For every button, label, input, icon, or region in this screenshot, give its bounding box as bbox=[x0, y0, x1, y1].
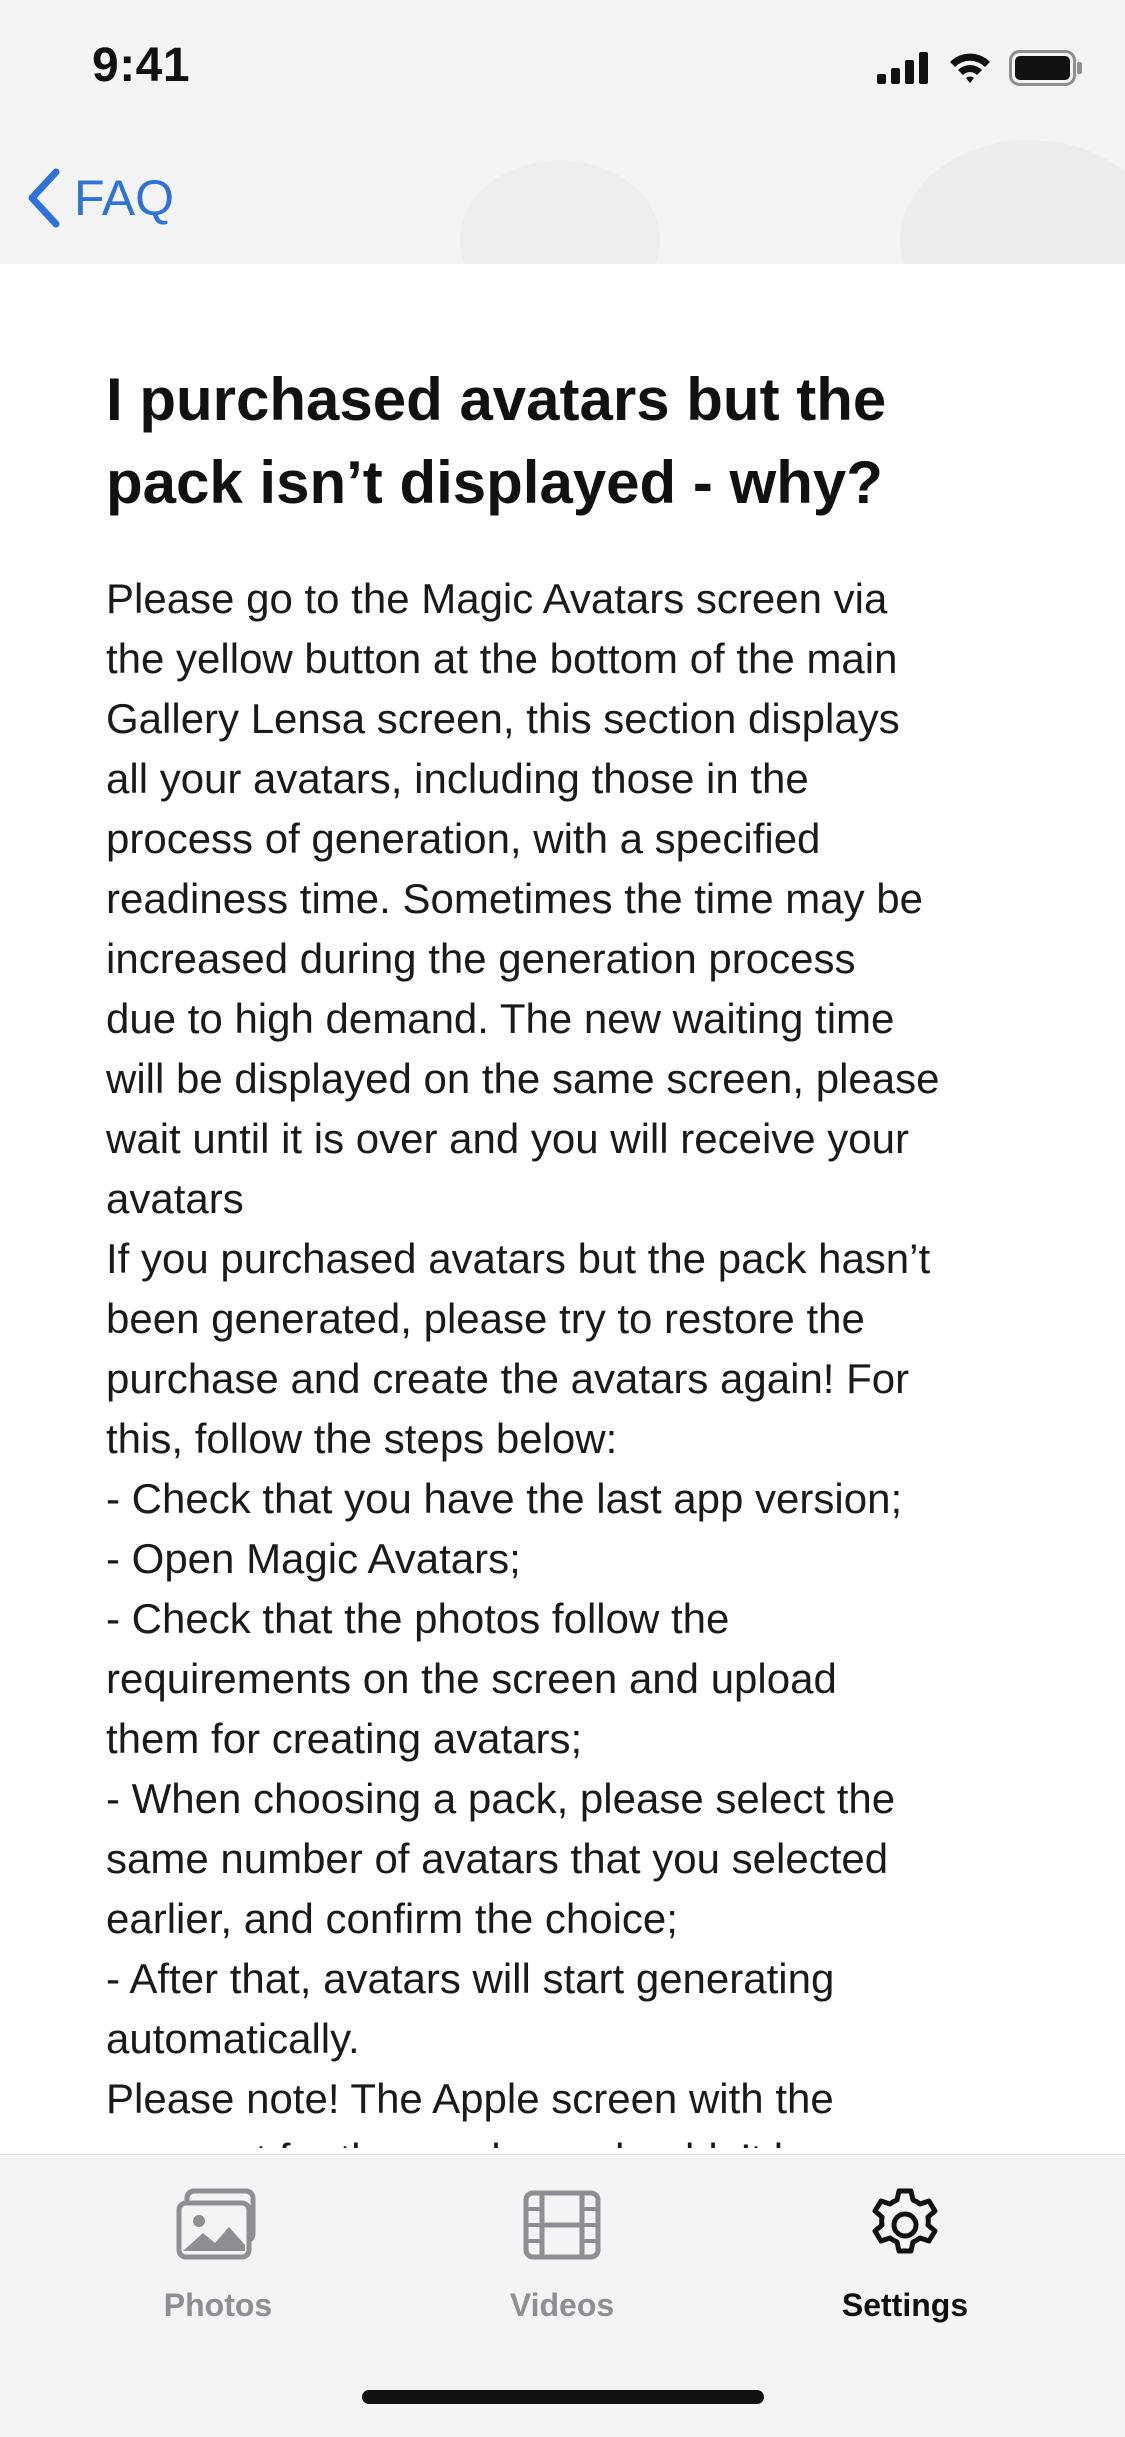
body-line: the yellow button at the bottom of the m… bbox=[106, 635, 898, 682]
body-line: all your avatars, including those in the bbox=[106, 755, 809, 802]
title-line: I purchased avatars but the bbox=[106, 366, 887, 433]
body-line: been generated, please try to restore th… bbox=[106, 1295, 865, 1342]
film-icon bbox=[523, 2190, 601, 2260]
status-time: 9:41 bbox=[92, 39, 191, 92]
tab-photos[interactable]: Photos bbox=[108, 2185, 328, 2324]
body-line: - When choosing a pack, please select th… bbox=[106, 1775, 896, 1822]
body-line: them for creating avatars; bbox=[106, 1715, 583, 1762]
title-line: pack isn’t displayed - why? bbox=[106, 449, 883, 516]
body-line: Gallery Lensa screen, this section displ… bbox=[106, 695, 900, 742]
body-line: - Open Magic Avatars; bbox=[106, 1535, 521, 1582]
faq-article: I purchased avatars but the pack isn’t d… bbox=[106, 358, 1036, 2148]
body-line: due to high demand. The new waiting time bbox=[106, 995, 895, 1042]
body-line: - Check that the photos follow the bbox=[106, 1595, 730, 1642]
gear-icon bbox=[872, 2188, 938, 2254]
back-label: FAQ bbox=[74, 170, 175, 226]
body-line: Please note! The Apple screen with the bbox=[106, 2075, 834, 2122]
signal-icon bbox=[877, 52, 928, 84]
body-line: process of generation, with a specified bbox=[106, 815, 821, 862]
tab-settings[interactable]: Settings bbox=[795, 2185, 1015, 2324]
status-icons bbox=[877, 50, 1083, 86]
body-line: same number of avatars that you selected bbox=[106, 1835, 889, 1882]
body-line: increased during the generation process bbox=[106, 935, 856, 982]
body-line: automatically. bbox=[106, 2015, 360, 2062]
home-indicator[interactable] bbox=[362, 2390, 764, 2404]
body-line: this, follow the steps below: bbox=[106, 1415, 618, 1462]
body-line: - Check that you have the last app versi… bbox=[106, 1475, 903, 1522]
tab-videos[interactable]: Videos bbox=[452, 2185, 672, 2324]
body-line: readiness time. Sometimes the time may b… bbox=[106, 875, 923, 922]
tab-label: Photos bbox=[163, 2287, 273, 2323]
body-line: requirements on the screen and upload bbox=[106, 1655, 837, 1702]
back-button[interactable]: FAQ bbox=[24, 168, 174, 228]
status-bar: 9:41 bbox=[0, 0, 1125, 140]
body-line: - After that, avatars will start generat… bbox=[106, 1955, 835, 2002]
body-line: wait until it is over and you will recei… bbox=[106, 1115, 910, 1162]
chevron-left-icon bbox=[28, 168, 60, 228]
body-line: earlier, and confirm the choice; bbox=[106, 1895, 678, 1942]
nav-background-shape bbox=[460, 160, 660, 264]
article-title: I purchased avatars but the pack isn’t d… bbox=[106, 358, 1036, 524]
nav-background-shape bbox=[900, 140, 1125, 264]
body-line: will be displayed on the same screen, pl… bbox=[106, 1055, 940, 1102]
wifi-icon bbox=[950, 53, 990, 83]
battery-icon bbox=[1009, 50, 1082, 86]
tab-label: Videos bbox=[509, 2287, 615, 2323]
article-body: Please go to the Magic Avatars screen vi… bbox=[106, 569, 1036, 2148]
body-line: Please go to the Magic Avatars screen vi… bbox=[106, 575, 888, 622]
body-line: purchase and create the avatars again! F… bbox=[106, 1355, 910, 1402]
body-line: avatars bbox=[106, 1175, 244, 1222]
photos-icon bbox=[176, 2188, 256, 2260]
nav-bar: FAQ bbox=[0, 140, 1125, 264]
tab-label: Settings bbox=[841, 2287, 969, 2323]
body-line: If you purchased avatars but the pack ha… bbox=[106, 1235, 931, 1282]
body-line: payment for the purchase shouldn’t be bbox=[106, 2129, 1036, 2148]
